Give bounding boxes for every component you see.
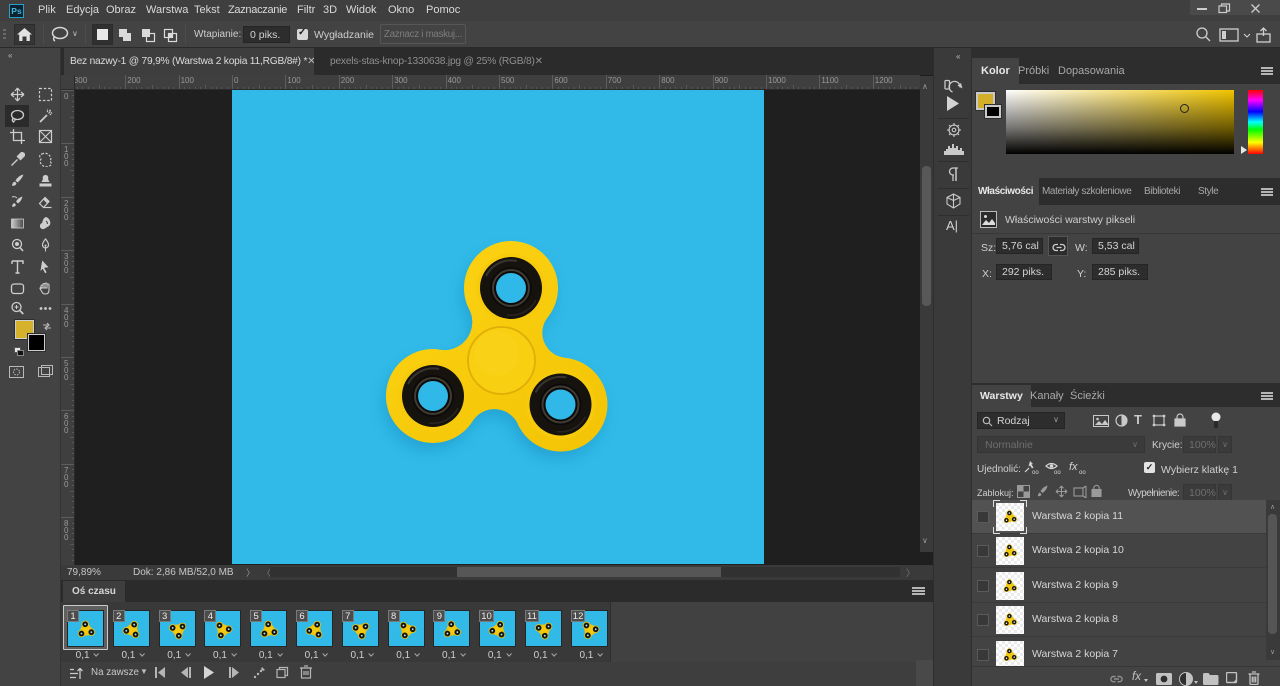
svg-text:oo: oo [1054,470,1061,475]
svg-text:oo: oo [1079,470,1086,475]
svg-text:oo: oo [1032,470,1039,475]
svg-text:fx: fx [1069,461,1078,473]
